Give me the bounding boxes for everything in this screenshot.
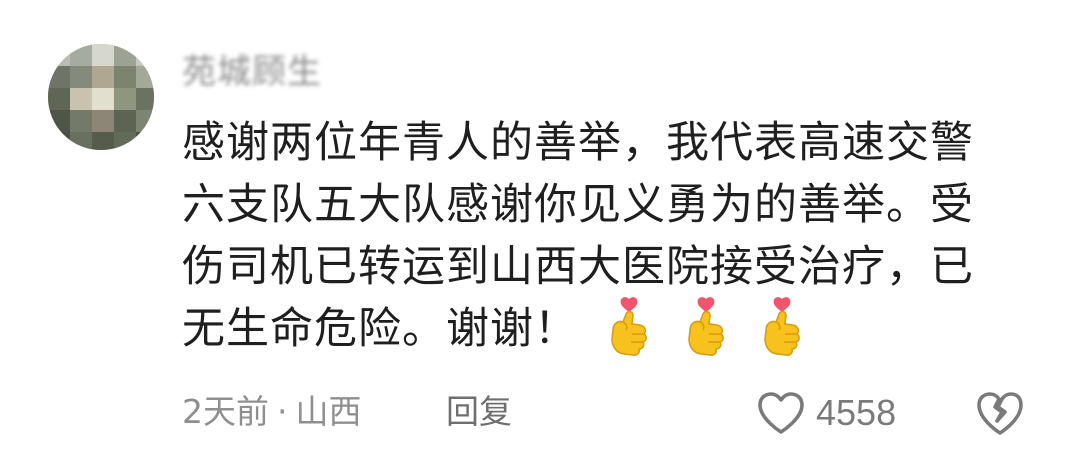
heart-outline-icon	[758, 392, 804, 434]
comment-text-line: 无生命危险。谢谢！	[182, 304, 578, 354]
avatar-mosaic-tile	[48, 110, 70, 132]
avatar-mosaic-tile	[92, 110, 114, 132]
avatar-mosaic-tile	[48, 132, 70, 150]
avatar-mosaic-tile	[70, 110, 92, 132]
avatar-mosaic-tile	[92, 44, 114, 66]
finger-heart-emoji	[687, 296, 724, 356]
avatar-mosaic-tile	[114, 66, 136, 88]
avatar-mosaic-tile	[114, 132, 136, 150]
comment-text-last-line: 无生命危险。谢谢！	[182, 296, 1032, 360]
emoji-group	[604, 293, 819, 358]
avatar-mosaic-tile	[114, 110, 136, 132]
comment-text-line: 六支队五大队感谢你见义勇为的善举。受	[182, 180, 974, 230]
comment-time: 2天前	[182, 392, 269, 431]
avatar-mosaic-tile	[70, 44, 92, 66]
comment-item: 苑城顾生 感谢两位年青人的善举，我代表高速交警 六支队五大队感谢你见义勇为的善举…	[0, 0, 1080, 456]
username[interactable]: 苑城顾生	[182, 48, 322, 96]
avatar-mosaic-tile	[92, 88, 114, 110]
avatar-mosaic-tile	[48, 66, 70, 88]
comment-text: 感谢两位年青人的善举，我代表高速交警 六支队五大队感谢你见义勇为的善举。受 伤司…	[182, 112, 1032, 360]
avatar-mosaic-tile	[136, 132, 154, 150]
finger-heart-emoji	[764, 296, 801, 356]
avatar-mosaic-tile	[92, 132, 114, 150]
comment-location: 山西	[295, 392, 362, 431]
finger-heart-emoji	[611, 296, 647, 356]
avatar-mosaic-tile	[92, 66, 114, 88]
avatar-mosaic-tile	[136, 66, 154, 88]
like-count: 4558	[816, 392, 897, 433]
avatar-mosaic-tile	[136, 44, 154, 66]
broken-heart-icon[interactable]	[975, 390, 1025, 436]
avatar-mosaic-tile	[114, 88, 136, 110]
like-button[interactable]: 4558	[756, 388, 896, 438]
avatar-mosaic-tile	[136, 88, 154, 110]
comment-meta: 2天前 · 山西	[182, 387, 362, 437]
reply-button[interactable]: 回复	[446, 387, 512, 437]
comment-text-line: 伤司机已转运到山西大医院接受治疗，已	[182, 242, 974, 292]
avatar-mosaic-tile	[70, 88, 92, 110]
avatar-mosaic-tile	[48, 44, 70, 66]
avatar-mosaic-tile	[70, 66, 92, 88]
avatar-mosaic-tile	[136, 110, 154, 132]
meta-separator: ·	[277, 392, 288, 431]
comment-text-line: 感谢两位年青人的善举，我代表高速交警	[182, 118, 974, 168]
avatar-mosaic-tile	[114, 44, 136, 66]
avatar[interactable]	[48, 44, 154, 150]
avatar-mosaic-tile	[48, 88, 70, 110]
avatar-mosaic-tile	[70, 132, 92, 150]
